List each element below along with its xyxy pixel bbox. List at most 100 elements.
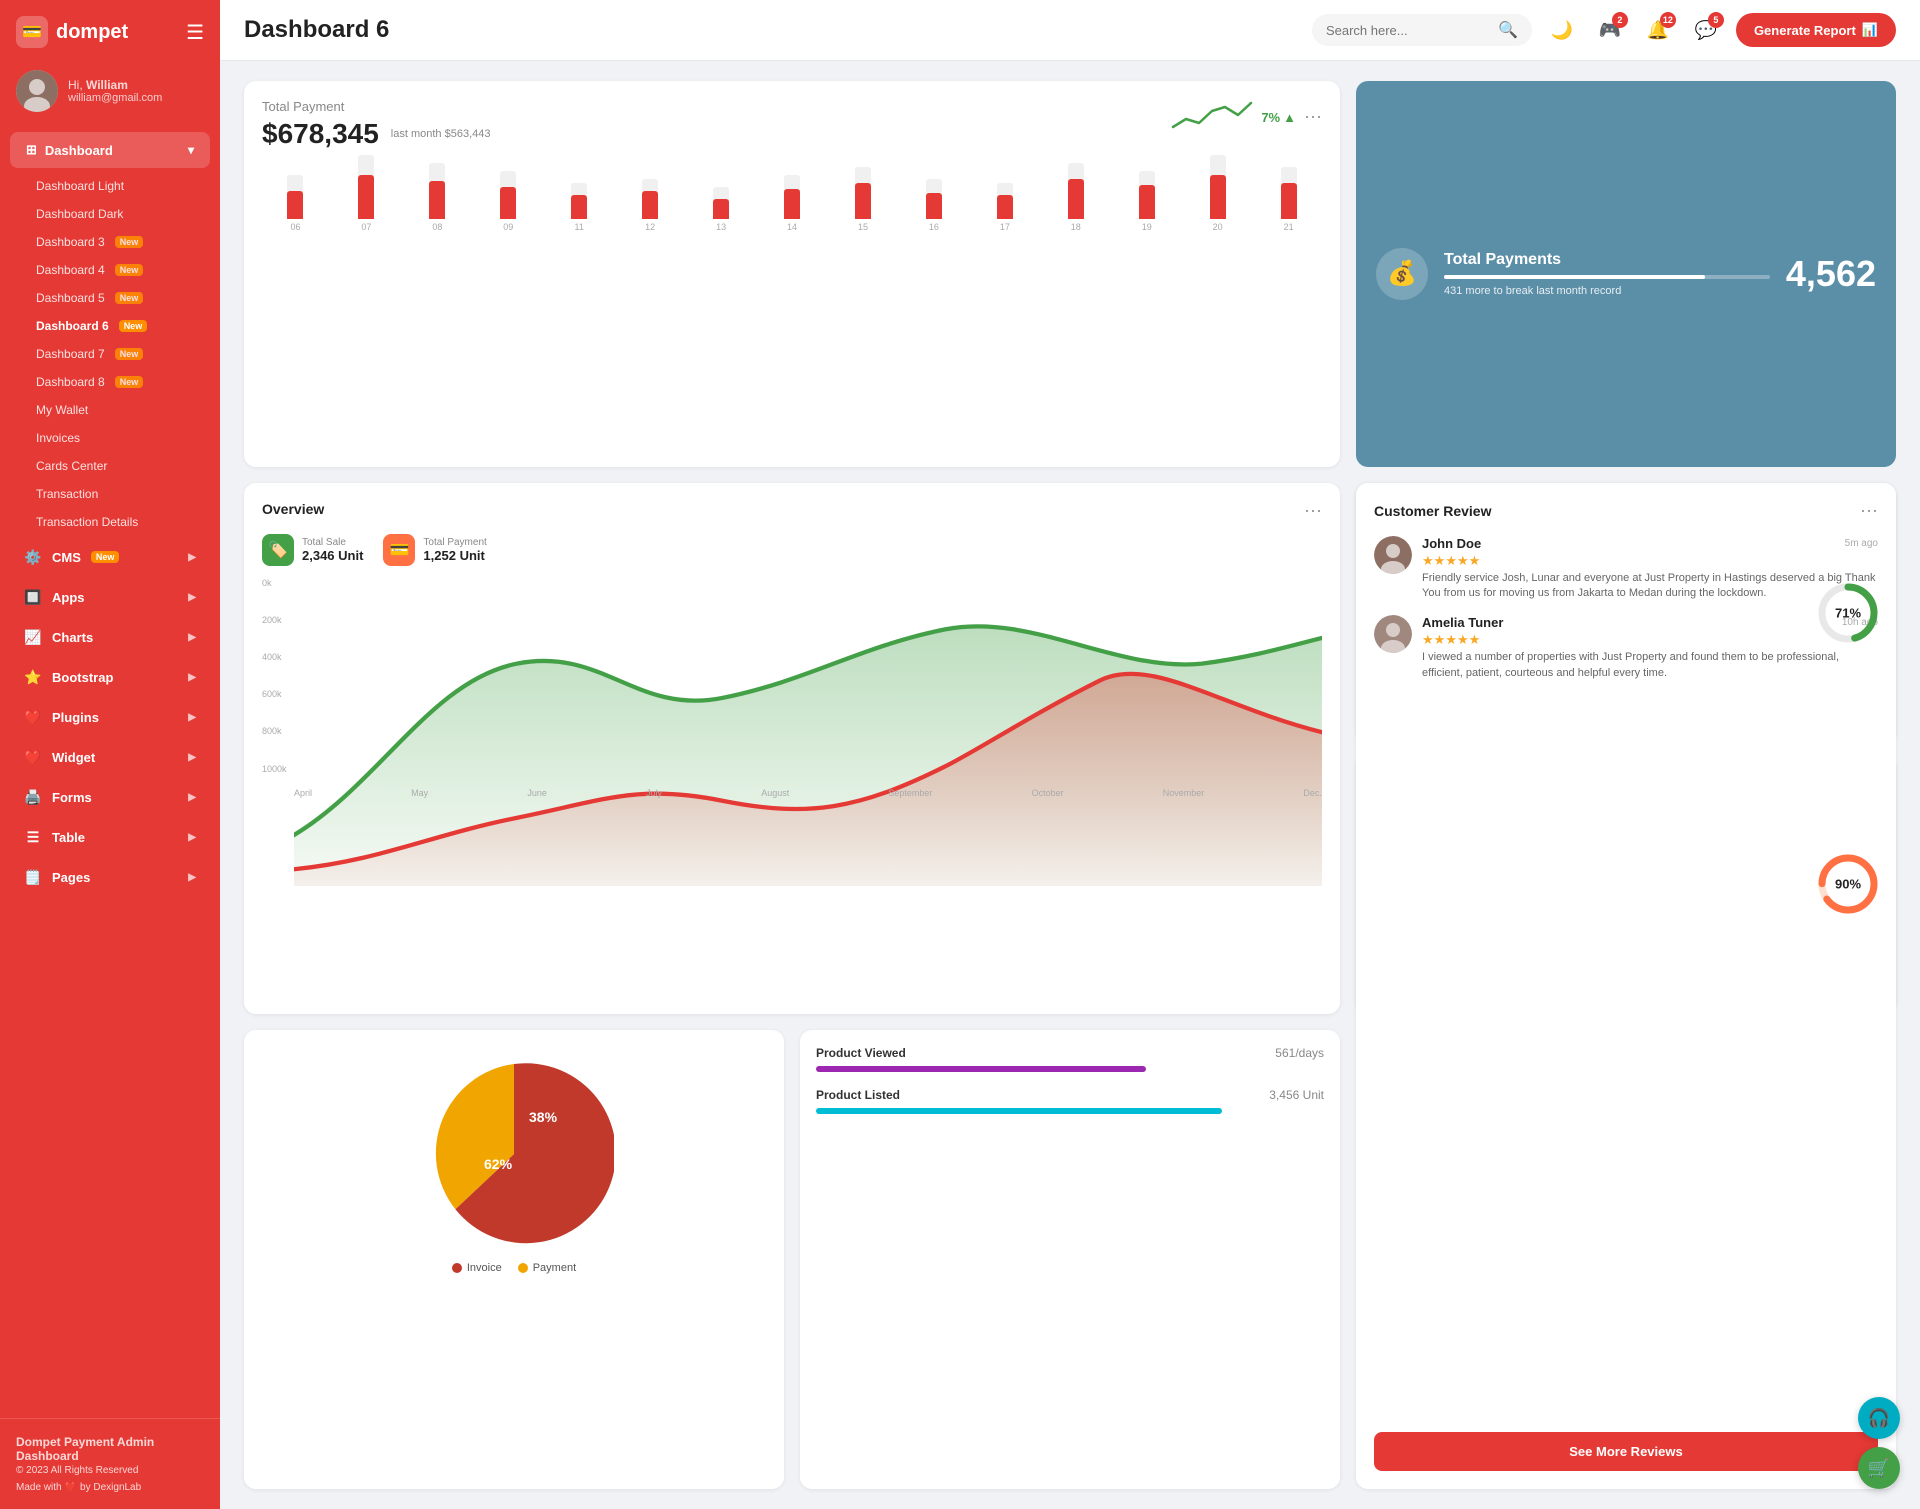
star-icon: ★ [1422, 553, 1434, 568]
notification-button[interactable]: 🔔 12 [1640, 12, 1676, 48]
chevron-right-icon: ▶ [188, 632, 196, 643]
search-input[interactable] [1326, 23, 1492, 38]
games-notification-button[interactable]: 🎮 2 [1592, 12, 1628, 48]
star-icon: ★ [1434, 632, 1446, 647]
product-stats-list: Product Viewed 561/days Product Listed 3… [816, 1046, 1324, 1114]
support-float-button[interactable]: 🎧 [1858, 1397, 1900, 1439]
stars-rating: ★★★★★ [1422, 553, 1878, 569]
bar-label: 08 [432, 222, 442, 232]
bar-group: 18 [1042, 163, 1109, 232]
review-more-button[interactable]: ⋯ [1860, 501, 1878, 522]
user-info: Hi, William william@gmail.com [68, 78, 162, 104]
user-profile: Hi, William william@gmail.com [0, 60, 220, 128]
star-icon: ★ [1457, 553, 1469, 568]
sidebar-item-dashboard-7[interactable]: Dashboard 7New [0, 340, 220, 368]
bar-group: 17 [971, 183, 1038, 232]
sidebar-item-dashboard-4[interactable]: Dashboard 4New [0, 256, 220, 284]
review-time: 5m ago [1845, 538, 1878, 549]
sidebar-item-plugins[interactable]: ❤️ Plugins ▶ [8, 698, 212, 736]
sidebar-item-dashboard-light[interactable]: Dashboard Light [0, 172, 220, 200]
sidebar-item-widget[interactable]: ❤️ Widget ▶ [8, 738, 212, 776]
banner-content: Total Payments 431 more to break last mo… [1444, 251, 1770, 297]
sidebar-item-charts[interactable]: 📈 Charts ▶ [8, 618, 212, 656]
table-icon: ☰ [24, 828, 42, 846]
trend-arrow-icon: ▲ [1283, 110, 1296, 125]
sidebar-item-apps[interactable]: 🔲 Apps ▶ [8, 578, 212, 616]
dashboard-sub-items: Dashboard LightDashboard DarkDashboard 3… [0, 172, 220, 536]
sidebar-item-dashboard-6[interactable]: Dashboard 6New [0, 312, 220, 340]
bar-group: 16 [900, 179, 967, 232]
logo-icon: 💳 [16, 16, 48, 48]
sidebar-item-dashboard-5[interactable]: Dashboard 5New [0, 284, 220, 312]
sidebar-item-dashboard-8[interactable]: Dashboard 8New [0, 368, 220, 396]
logo[interactable]: 💳 dompet [16, 16, 128, 48]
review-content: Amelia Tuner 10h ago ★★★★★ I viewed a nu… [1422, 615, 1878, 681]
bar-background [1210, 155, 1226, 219]
new-badge: New [115, 292, 144, 304]
sidebar-item-dashboard[interactable]: ⊞ Dashboard ▾ [10, 132, 210, 168]
sidebar-item-cms[interactable]: ⚙️ CMS New ▶ [8, 538, 212, 576]
bar-fill [926, 193, 942, 219]
bar-background [855, 167, 871, 219]
sidebar-item-invoices[interactable]: Invoices [0, 424, 220, 452]
new-badge: New [91, 551, 120, 563]
menu-label: Forms [52, 790, 92, 805]
bar-label: 21 [1284, 222, 1294, 232]
trend-value: 7% [1261, 110, 1280, 125]
bar-background [997, 183, 1013, 219]
sidebar-item-bootstrap[interactable]: ⭐ Bootstrap ▶ [8, 658, 212, 696]
theme-toggle-button[interactable]: 🌙 [1544, 12, 1580, 48]
logo-text: dompet [56, 21, 128, 44]
bar-fill [358, 175, 374, 219]
cart-float-button[interactable]: 🛒 [1858, 1447, 1900, 1489]
sidebar-item-my-wallet[interactable]: My Wallet [0, 396, 220, 424]
bar-group: 06 [262, 175, 329, 232]
sidebar-item-transaction[interactable]: Transaction [0, 480, 220, 508]
bar-background [784, 175, 800, 219]
sidebar-item-forms[interactable]: 🖨️ Forms ▶ [8, 778, 212, 816]
see-more-reviews-button[interactable]: See More Reviews [1374, 1432, 1878, 1471]
bar-chart: 060708091112131415161718192021 [262, 160, 1322, 250]
svg-text:62%: 62% [484, 1156, 513, 1172]
psi-label: Product Viewed [816, 1046, 906, 1060]
pie-legend: Invoice Payment [260, 1262, 768, 1274]
widget-icon: ❤️ [24, 748, 42, 766]
search-box: 🔍 [1312, 14, 1532, 46]
search-icon: 🔍 [1498, 20, 1518, 40]
pages-icon: 🗒️ [24, 868, 42, 886]
bar-fill [429, 181, 445, 219]
star-icon: ★ [1422, 632, 1434, 647]
sidebar-item-dashboard-dark[interactable]: Dashboard Dark [0, 200, 220, 228]
sidebar-item-transaction-details[interactable]: Transaction Details [0, 508, 220, 536]
hamburger-button[interactable]: ☰ [186, 20, 204, 45]
messages-button[interactable]: 💬 5 [1688, 12, 1724, 48]
sidebar-item-dashboard-3[interactable]: Dashboard 3New [0, 228, 220, 256]
total-sale-stat: 🏷️ Total Sale 2,346 Unit [262, 534, 363, 566]
menu-items: ⚙️ CMS New ▶ 🔲 Apps ▶ 📈 Charts ▶ ⭐ Boots… [0, 538, 220, 896]
new-badge: New [115, 236, 144, 248]
reviews-list: John Doe 5m ago ★★★★★ Friendly service J… [1374, 536, 1878, 696]
bar-label: 17 [1000, 222, 1010, 232]
sidebar-item-table[interactable]: ☰ Table ▶ [8, 818, 212, 856]
bar-group: 12 [617, 179, 684, 232]
bar-label: 15 [858, 222, 868, 232]
star-icon: ★ [1434, 553, 1446, 568]
pie-chart: 62% 38% [260, 1054, 768, 1254]
sidebar-item-cards-center[interactable]: Cards Center [0, 452, 220, 480]
payment-stat-value: 1,252 Unit [423, 548, 486, 563]
more-options-button[interactable]: ⋯ [1304, 107, 1322, 128]
bar-group: 14 [759, 175, 826, 232]
page-title: Dashboard 6 [244, 16, 389, 44]
overview-more-button[interactable]: ⋯ [1304, 501, 1322, 522]
total-payment-title: Total Payment [262, 99, 490, 114]
menu-label: Pages [52, 870, 90, 885]
chevron-right-icon: ▶ [188, 832, 196, 843]
sidebar-item-pages[interactable]: 🗒️ Pages ▶ [8, 858, 212, 896]
review-title: Customer Review [1374, 503, 1491, 519]
overview-title: Overview [262, 501, 324, 517]
bar-fill [287, 191, 303, 219]
bar-fill [500, 187, 516, 219]
generate-report-button[interactable]: Generate Report 📊 [1736, 13, 1896, 47]
bar-group: 20 [1184, 155, 1251, 232]
product-stat-item: Product Viewed 561/days [816, 1046, 1324, 1072]
